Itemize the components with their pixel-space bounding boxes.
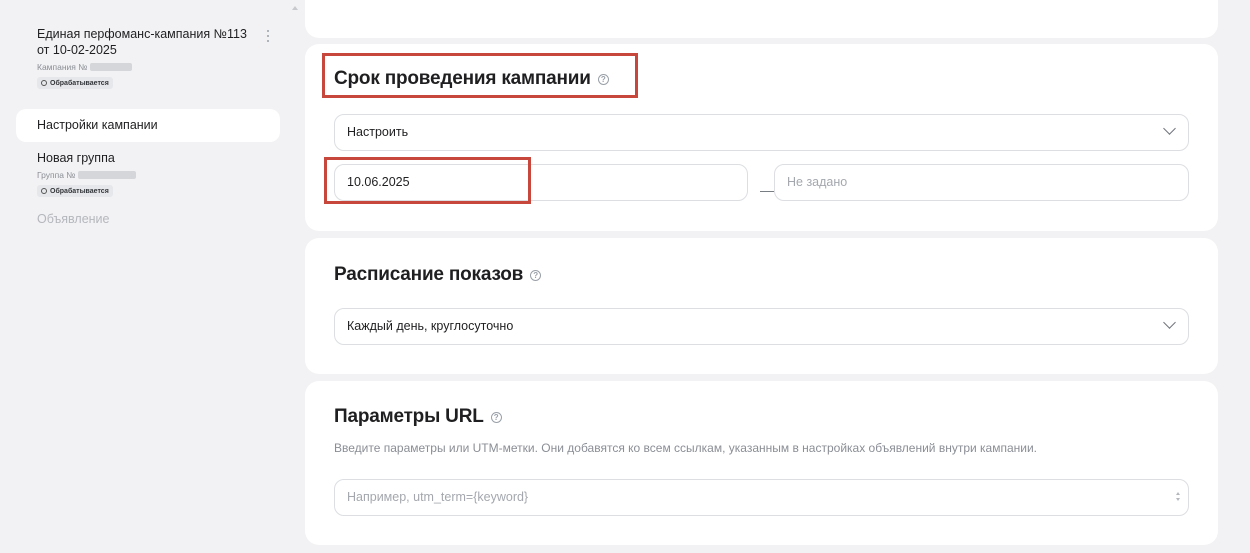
status-clock-icon (41, 188, 47, 194)
campaign-period-title: Срок проведения кампании (334, 68, 591, 89)
scroll-up-icon[interactable] (292, 6, 298, 10)
campaign-header[interactable]: Единая перфоманс-кампания №113 от 10-02-… (37, 26, 277, 91)
campaign-id: Кампания № (37, 61, 277, 72)
campaign-id-label: Кампания № (37, 61, 88, 72)
period-mode-select[interactable]: Настроить (334, 114, 1189, 151)
url-params-card: Параметры URL ? Введите параметры или UT… (305, 381, 1218, 545)
url-params-heading: Параметры URL ? (334, 406, 502, 428)
campaign-period-card: Срок проведения кампании ? Настроить 10.… (305, 44, 1218, 231)
resize-handle-icon[interactable] (1176, 492, 1180, 501)
schedule-heading: Расписание показов ? (334, 264, 542, 286)
campaign-status-text: Обрабатывается (50, 79, 109, 87)
period-mode-value: Настроить (347, 125, 409, 139)
nav-campaign-settings[interactable]: Настройки кампании (16, 109, 280, 142)
schedule-title: Расписание показов (334, 264, 524, 285)
campaign-id-redacted (90, 62, 133, 71)
campaign-title: Единая перфоманс-кампания №113 от 10-02-… (37, 27, 247, 57)
chevron-down-icon (1163, 316, 1176, 329)
end-date-input[interactable]: Не задано (774, 164, 1189, 201)
sidebar: Единая перфоманс-кампания №113 от 10-02-… (0, 0, 290, 553)
sidebar-group-item[interactable]: Новая группа Группа № Обрабатывается (37, 150, 277, 199)
campaign-period-heading: Срок проведения кампании ? (334, 68, 609, 90)
url-params-textarea[interactable]: Например, utm_term={keyword} (334, 479, 1189, 516)
url-params-placeholder: Например, utm_term={keyword} (347, 490, 529, 504)
schedule-value: Каждый день, круглосуточно (347, 319, 514, 333)
group-id-redacted (78, 170, 137, 179)
group-id: Группа № (37, 169, 277, 180)
url-params-title: Параметры URL (334, 406, 484, 427)
nav-ad[interactable]: Объявление (37, 212, 110, 226)
start-date-value: 10.06.2025 (347, 175, 410, 189)
group-status-text: Обрабатывается (50, 187, 109, 195)
status-clock-icon (41, 80, 47, 86)
url-params-description: Введите параметры или UTM-метки. Они доб… (334, 441, 1038, 455)
start-date-input[interactable]: 10.06.2025 (334, 164, 748, 201)
kebab-menu-icon[interactable] (263, 28, 273, 44)
schedule-select[interactable]: Каждый день, круглосуточно (334, 308, 1189, 345)
date-range-separator: — (760, 182, 774, 198)
chevron-down-icon (1163, 122, 1176, 135)
previous-section-card (305, 0, 1218, 38)
question-circle-icon[interactable]: ? (490, 411, 502, 423)
group-id-label: Группа № (37, 169, 76, 180)
group-status-badge: Обрабатывается (37, 185, 113, 197)
end-date-placeholder: Не задано (787, 175, 848, 189)
campaign-status-badge: Обрабатывается (37, 77, 113, 89)
group-title: Новая группа (37, 151, 115, 165)
question-circle-icon[interactable]: ? (597, 73, 609, 85)
schedule-card: Расписание показов ? Каждый день, кругло… (305, 238, 1218, 374)
question-circle-icon[interactable]: ? (530, 269, 542, 281)
